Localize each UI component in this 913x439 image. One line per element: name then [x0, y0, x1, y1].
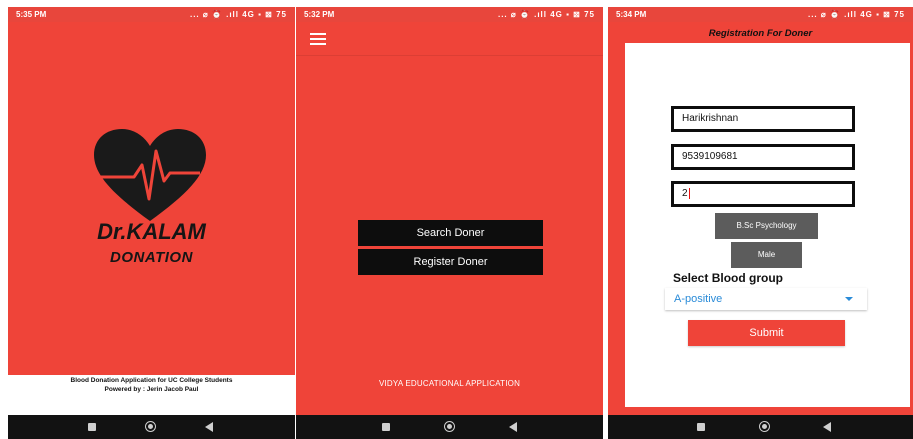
name-field[interactable]: Harikrishnan — [671, 106, 855, 132]
page-title: Registration For Doner — [708, 28, 813, 39]
brand-title: Dr.KALAM — [97, 219, 206, 244]
nav-recents-icon[interactable] — [697, 423, 705, 431]
splash-footer: Blood Donation Application for UC Colleg… — [8, 375, 295, 415]
nav-back-icon[interactable] — [205, 422, 213, 432]
status-icons: ... ⌀ ⏰ .ıll 4G ▪ ⊠ 75 — [189, 10, 287, 19]
status-bar: 5:35 PM ... ⌀ ⏰ .ıll 4G ▪ ⊠ 75 — [8, 7, 295, 22]
status-time: 5:35 PM — [16, 10, 47, 19]
status-bar: 5:34 PM ... ⌀ ⏰ .ıll 4G ▪ ⊠ 75 — [608, 7, 913, 22]
blood-group-select[interactable]: A-positive — [665, 288, 867, 310]
blood-group-value: A-positive — [674, 293, 723, 305]
system-nav-bar — [608, 415, 913, 439]
app-bar — [296, 22, 603, 56]
nav-home-icon[interactable] — [444, 421, 455, 432]
status-bar: 5:32 PM ... ⌀ ⏰ .ıll 4G ▪ ⊠ 75 — [296, 7, 603, 22]
heart-pulse-icon — [94, 129, 206, 221]
home-screen: 5:32 PM ... ⌀ ⏰ .ıll 4G ▪ ⊠ 75 Search Do… — [296, 7, 603, 439]
search-doner-button[interactable]: Search Doner — [358, 220, 543, 246]
brand-subtitle: DONATION — [110, 249, 193, 266]
menu-icon[interactable] — [310, 33, 326, 45]
nav-back-icon[interactable] — [823, 422, 831, 432]
registration-screen: 5:34 PM ... ⌀ ⏰ .ıll 4G ▪ ⊠ 75 Registrat… — [608, 7, 913, 439]
nav-recents-icon[interactable] — [88, 423, 96, 431]
dropdown-caret-icon — [845, 297, 853, 301]
register-doner-button[interactable]: Register Doner — [358, 249, 543, 275]
nav-recents-icon[interactable] — [382, 423, 390, 431]
nav-home-icon[interactable] — [145, 421, 156, 432]
footer-credit: Powered by : Jerin Jacob Paul — [104, 386, 199, 393]
status-time: 5:34 PM — [616, 10, 647, 19]
app-footer-text: VIDYA EDUCATIONAL APPLICATION — [378, 379, 521, 388]
blood-group-label: Select Blood group — [673, 271, 784, 285]
footer-description: Blood Donation Application for UC Colleg… — [70, 377, 233, 384]
nav-home-icon[interactable] — [759, 421, 770, 432]
gender-button[interactable]: Male — [731, 242, 802, 268]
third-field-value: 2 — [682, 188, 688, 199]
nav-back-icon[interactable] — [509, 422, 517, 432]
third-field[interactable]: 2 — [671, 181, 855, 207]
phone-field[interactable]: 9539109681 — [671, 144, 855, 170]
submit-button[interactable]: Submit — [688, 320, 845, 346]
status-icons: ... ⌀ ⏰ .ıll 4G ▪ ⊠ 75 — [497, 10, 595, 19]
system-nav-bar — [8, 415, 295, 439]
status-icons: ... ⌀ ⏰ .ıll 4G ▪ ⊠ 75 — [807, 10, 905, 19]
text-cursor — [688, 187, 690, 199]
status-time: 5:32 PM — [304, 10, 335, 19]
course-button[interactable]: B.Sc Psychology — [715, 213, 818, 239]
system-nav-bar — [296, 415, 603, 439]
splash-screen: 5:35 PM ... ⌀ ⏰ .ıll 4G ▪ ⊠ 75 Dr.KALAM … — [8, 7, 295, 439]
